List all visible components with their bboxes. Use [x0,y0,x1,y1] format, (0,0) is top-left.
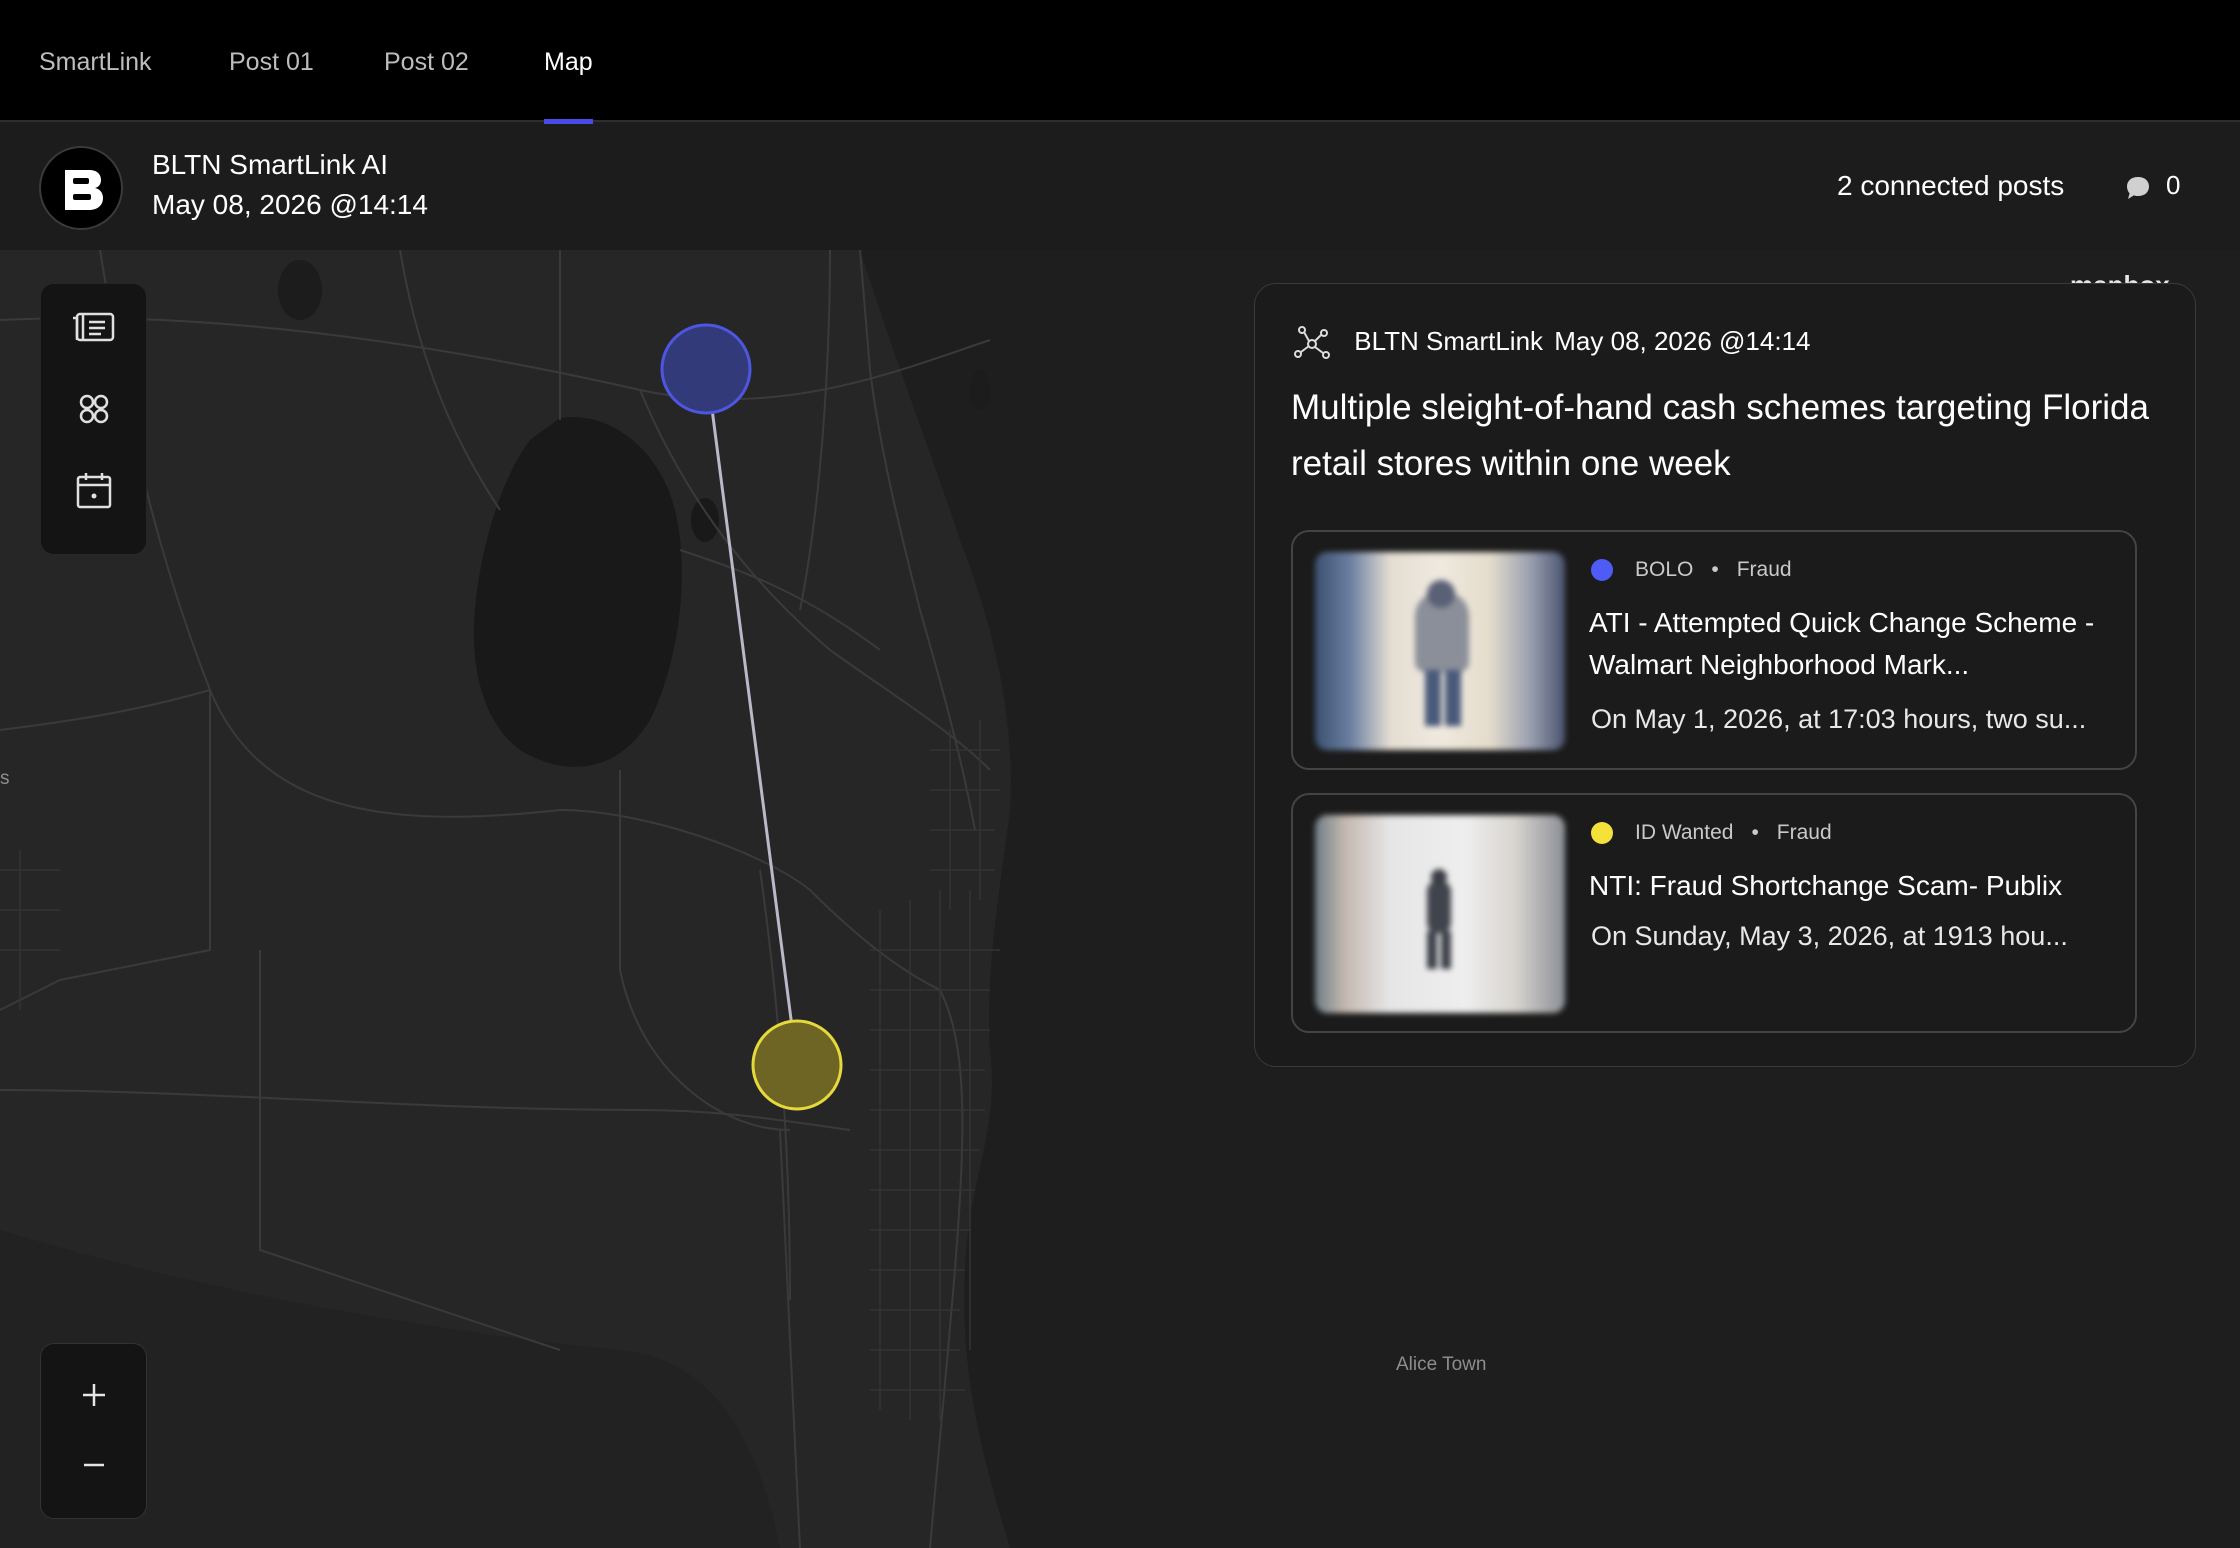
post-thumbnail [1315,815,1565,1013]
meta-separator: • [1711,558,1719,581]
comment-count: 0 [2166,170,2181,200]
post-meta: ID Wanted • Fraud [1591,821,1832,845]
map-marker-bolo[interactable] [660,323,752,415]
tab-map[interactable]: Map [544,0,593,124]
connected-posts-count[interactable]: 2 connected posts [1837,170,2064,202]
card-source: BLTN SmartLink [1354,325,1544,356]
card-title: Multiple sleight-of-hand cash schemes ta… [1291,388,2149,483]
post-category: ID Wanted [1635,821,1734,844]
post-meta: BOLO • Fraud [1591,558,1792,582]
list-icon[interactable] [67,300,121,354]
post-category: BOLO [1635,558,1694,581]
source-name: BLTN SmartLink AI [152,149,389,180]
network-icon [1294,326,1330,359]
map-view[interactable]: mapbox Alice Town s [0,250,2240,1548]
place-label-alice-town: Alice Town [1396,1354,1487,1375]
zoom-in-button[interactable] [67,1368,121,1422]
zoom-out-button[interactable] [67,1438,121,1492]
bltn-logo-icon [39,146,123,230]
map-toolbar [40,283,147,555]
zoom-controls [40,1343,147,1519]
status-dot-yellow [1591,822,1613,844]
post-type: Fraud [1776,821,1832,844]
status-dot-blue [1591,559,1613,581]
meta-separator: • [1751,821,1759,844]
calendar-icon[interactable] [67,464,121,518]
post-snippet: On Sunday, May 3, 2026, at 1913 hou... [1591,921,2068,951]
card-timestamp: May 08, 2026 @14:14 [1554,325,1811,356]
grid-icon[interactable] [67,382,121,436]
post-date: May 08, 2026 @14:14 [152,189,428,220]
post-title: NTI: Fraud Shortchange Scam- Publix [1589,870,2063,901]
post-title: ATI - Attempted Quick Change Scheme - Wa… [1589,607,2095,680]
tab-post-01[interactable]: Post 01 [229,0,314,122]
post-header: BLTN SmartLink AI May 08, 2026 @14:14 2 … [0,124,2240,250]
tab-smartlink[interactable]: SmartLink [39,0,152,122]
post-snippet: On May 1, 2026, at 17:03 hours, two su..… [1591,704,2087,734]
smartlink-card: BLTN SmartLink May 08, 2026 @14:14 Multi… [1254,283,2196,1067]
place-label-edge: s [0,768,10,789]
comment-bubble-icon[interactable] [2124,174,2152,202]
tab-post-02[interactable]: Post 02 [384,0,469,122]
post-thumbnail [1315,552,1565,750]
top-nav: SmartLink Post 01 Post 02 Map [0,0,2240,124]
post-type: Fraud [1736,558,1792,581]
map-marker-id-wanted[interactable] [751,1019,843,1111]
connected-post-card[interactable]: ID Wanted • Fraud NTI: Fraud Shortchange… [1291,793,2137,1033]
card-header: BLTN SmartLink May 08, 2026 @14:14 [1293,324,1811,362]
connected-post-card[interactable]: BOLO • Fraud ATI - Attempted Quick Chang… [1291,530,2137,770]
